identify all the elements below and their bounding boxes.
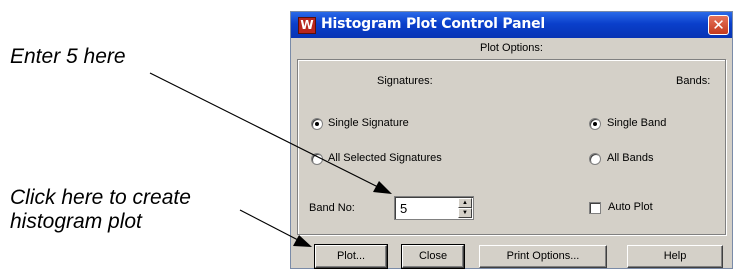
- annotation-click-plot-line1: Click here to create: [10, 186, 191, 209]
- radio-all-bands-button[interactable]: [589, 153, 601, 165]
- signatures-heading: Signatures:: [377, 75, 433, 87]
- radio-single-band-button[interactable]: [589, 118, 601, 130]
- radio-single-signature-button[interactable]: [311, 118, 323, 130]
- close-button[interactable]: Close: [401, 244, 465, 269]
- close-window-icon[interactable]: ✕: [708, 15, 729, 35]
- spin-up-icon[interactable]: ▲: [458, 198, 472, 208]
- app-icon: W: [298, 17, 316, 34]
- plot-options-heading: Plot Options:: [480, 42, 543, 54]
- radio-single-band-label[interactable]: Single Band: [607, 117, 666, 129]
- auto-plot-checkbox-box[interactable]: [589, 202, 601, 214]
- annotation-click-plot-line2: histogram plot: [10, 210, 142, 233]
- plot-options-group: [297, 59, 726, 235]
- band-no-value[interactable]: 5: [400, 201, 407, 216]
- histogram-plot-dialog: W Histogram Plot Control Panel ✕ Plot Op…: [290, 11, 733, 269]
- annotation-enter-value: Enter 5 here: [10, 45, 126, 68]
- band-no-label: Band No:: [309, 202, 355, 214]
- plot-button[interactable]: Plot...: [314, 244, 388, 269]
- auto-plot-label[interactable]: Auto Plot: [608, 201, 653, 213]
- print-options-button[interactable]: Print Options...: [479, 245, 607, 268]
- radio-all-selected-signatures-label[interactable]: All Selected Signatures: [328, 152, 442, 164]
- help-button[interactable]: Help: [627, 245, 723, 268]
- window-title: Histogram Plot Control Panel: [321, 16, 545, 32]
- band-no-stepper[interactable]: 5 ▲ ▼: [394, 196, 474, 220]
- bands-heading: Bands:: [676, 75, 711, 87]
- radio-all-selected-signatures-button[interactable]: [311, 153, 323, 165]
- radio-all-bands-label[interactable]: All Bands: [607, 152, 653, 164]
- spin-down-icon[interactable]: ▼: [458, 208, 472, 218]
- radio-single-signature-label[interactable]: Single Signature: [328, 117, 409, 129]
- title-bar[interactable]: W Histogram Plot Control Panel ✕: [291, 12, 732, 38]
